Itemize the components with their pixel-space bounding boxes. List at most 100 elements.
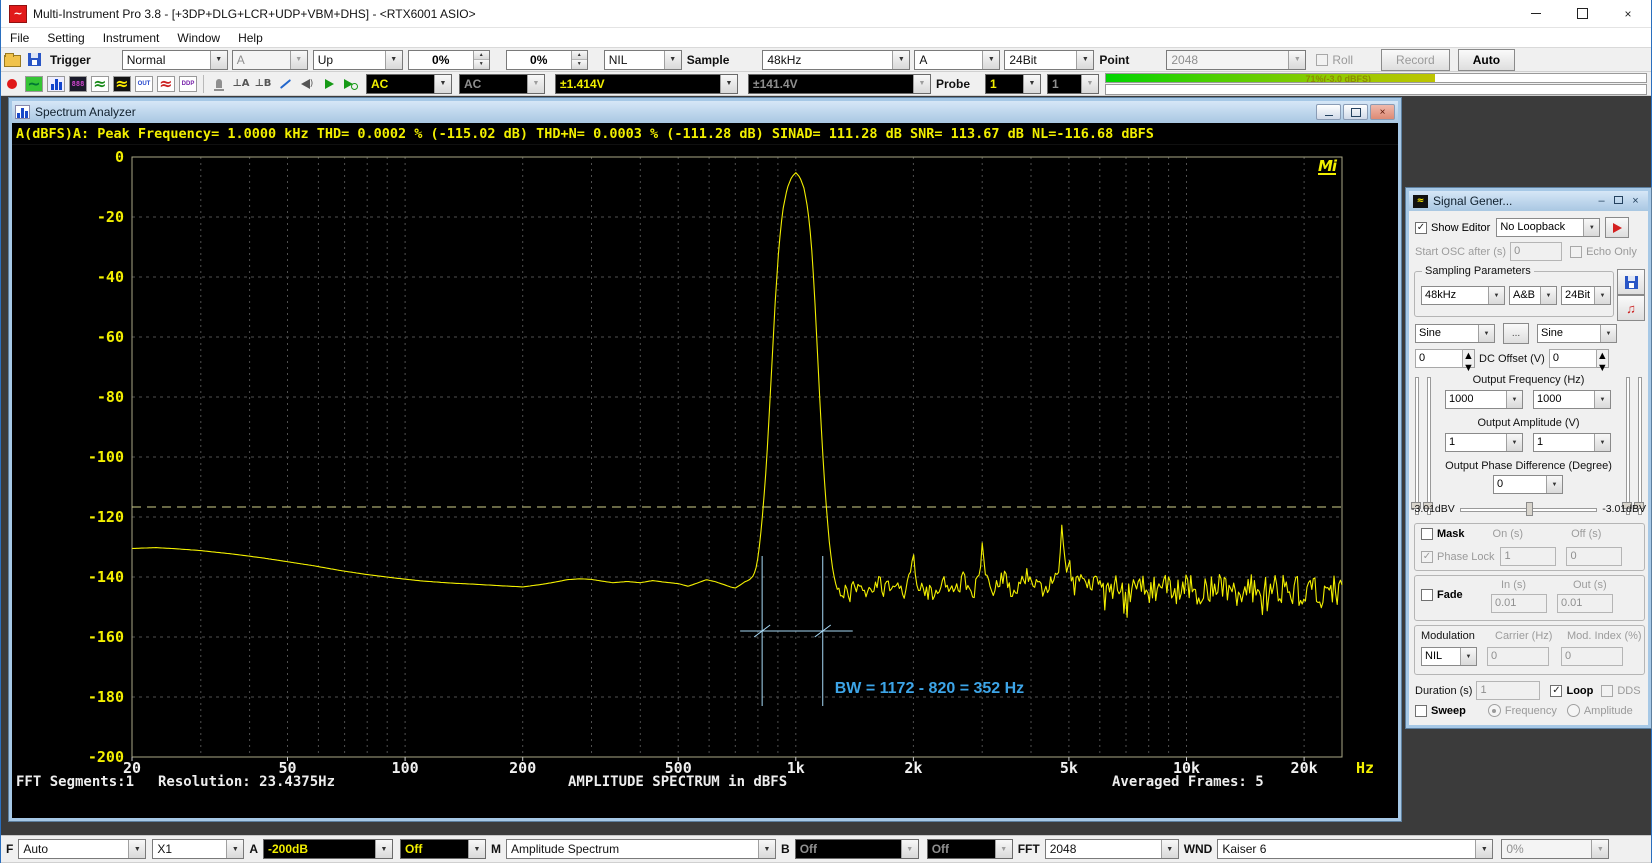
chevron-down-icon[interactable]: ▼ xyxy=(226,840,243,858)
sample-rate-select[interactable]: 48kHz▼ xyxy=(762,50,910,70)
amplitude-slider-b2[interactable] xyxy=(1634,377,1644,515)
trigger-mode-select[interactable]: Normal▼ xyxy=(122,50,228,70)
chevron-down-icon[interactable]: ▼ xyxy=(720,75,737,93)
oscilloscope-icon[interactable]: ~ xyxy=(24,75,44,93)
fft-size-select[interactable]: 2048▼ xyxy=(1045,839,1179,859)
chevron-down-icon[interactable]: ▼ xyxy=(664,51,681,69)
play-loop-icon[interactable] xyxy=(341,75,361,93)
siggen-titlebar[interactable]: ≈ Signal Gener... – × xyxy=(1409,191,1648,211)
dc-b-spinner[interactable]: ▲▼ xyxy=(1597,349,1609,368)
spectrum-titlebar[interactable]: Spectrum Analyzer × xyxy=(12,101,1398,123)
window-function-select[interactable]: Kaiser 6▼ xyxy=(1217,839,1493,859)
spectrum-chart[interactable]: 0-20-40-60-80-100-120-140-160-180-200205… xyxy=(12,145,1398,818)
chevron-down-icon[interactable]: ▼ xyxy=(434,75,451,93)
maximize-button[interactable] xyxy=(1610,195,1627,207)
amplitude-slider-b1[interactable] xyxy=(1622,377,1632,515)
chevron-down-icon[interactable]: ▼ xyxy=(1583,219,1599,236)
waveform-browse-button[interactable]: ... xyxy=(1503,323,1529,344)
sample-bits-select[interactable]: 24Bit▼ xyxy=(1004,50,1094,70)
close-button[interactable]: × xyxy=(1605,0,1651,27)
ddp-viewer-icon[interactable]: DDP xyxy=(178,75,198,93)
play-icon[interactable] xyxy=(319,75,339,93)
data-logger-icon[interactable]: ≈ xyxy=(90,75,110,93)
trigger-edge-select[interactable]: Up▼ xyxy=(313,50,403,70)
chevron-down-icon[interactable]: ▼ xyxy=(1076,51,1093,69)
menu-window[interactable]: Window xyxy=(168,31,229,45)
siggen-rate-select[interactable]: 48kHz▼ xyxy=(1421,286,1505,305)
mask-checkbox[interactable] xyxy=(1421,528,1433,540)
minimize-button[interactable] xyxy=(1513,0,1559,27)
hpf-select[interactable]: NIL▼ xyxy=(604,50,682,70)
amplitude-slider-a1[interactable] xyxy=(1411,377,1421,515)
chevron-down-icon[interactable]: ▼ xyxy=(1475,840,1492,858)
menu-file[interactable]: File xyxy=(1,31,38,45)
amplitude-a-select[interactable]: 1▼ xyxy=(1445,433,1523,452)
chevron-down-icon[interactable]: ▼ xyxy=(210,51,227,69)
amplitude-b-select[interactable]: 1▼ xyxy=(1533,433,1611,452)
spectrum-analyzer-icon[interactable] xyxy=(46,75,66,93)
chevron-down-icon[interactable]: ▼ xyxy=(982,51,999,69)
chevron-down-icon[interactable]: ▼ xyxy=(1546,476,1562,493)
show-editor-checkbox[interactable]: ✓ xyxy=(1415,222,1427,234)
dc-offset-b-input[interactable]: 0 xyxy=(1549,349,1597,368)
loop-checkbox[interactable]: ✓ xyxy=(1550,685,1562,697)
chevron-down-icon[interactable]: ▼ xyxy=(1488,287,1504,304)
multimeter-icon[interactable]: 888 xyxy=(68,75,88,93)
coupling-a-select[interactable]: AC▼ xyxy=(366,74,452,94)
speaker-icon[interactable]: ) xyxy=(297,75,317,93)
close-button[interactable]: × xyxy=(1370,104,1395,120)
maximize-button[interactable] xyxy=(1559,0,1605,27)
waveform-b-select[interactable]: Sine▼ xyxy=(1537,324,1617,343)
probe-a-select[interactable]: 1▼ xyxy=(985,74,1041,94)
derived-data-icon[interactable]: OUT xyxy=(134,75,154,93)
frequency-a-select[interactable]: 1000▼ xyxy=(1445,390,1523,409)
chevron-down-icon[interactable]: ▼ xyxy=(1506,391,1522,408)
chevron-down-icon[interactable]: ▼ xyxy=(385,51,402,69)
save-icon[interactable] xyxy=(24,51,44,69)
microphone-icon[interactable] xyxy=(209,75,229,93)
trigger-delay-spinner[interactable]: 0%▲▼ xyxy=(506,50,588,70)
range-db-select[interactable]: -200dB▼ xyxy=(263,839,393,859)
amplitude-slider-a2[interactable] xyxy=(1423,377,1433,515)
maximize-button[interactable] xyxy=(1343,104,1368,120)
spin-down-icon[interactable]: ▼ xyxy=(572,60,587,69)
balance-slider[interactable] xyxy=(1460,501,1597,517)
freq-axis-select[interactable]: Auto▼ xyxy=(18,839,146,859)
ground-a-icon[interactable]: ⊥A xyxy=(231,75,251,93)
siggen-save-button[interactable] xyxy=(1617,269,1645,295)
range-a-select[interactable]: ±1.414V▼ xyxy=(555,74,738,94)
modulation-select[interactable]: NIL▼ xyxy=(1421,647,1477,666)
siggen-channels-select[interactable]: A&B▼ xyxy=(1509,286,1557,305)
siggen-bits-select[interactable]: 24Bit▼ xyxy=(1561,286,1611,305)
chevron-down-icon[interactable]: ▼ xyxy=(758,840,775,858)
frequency-b-select[interactable]: 1000▼ xyxy=(1533,390,1611,409)
ground-b-icon[interactable]: ⊥B xyxy=(253,75,273,93)
chevron-down-icon[interactable]: ▼ xyxy=(1594,391,1610,408)
fade-checkbox[interactable] xyxy=(1421,589,1433,601)
spin-down-icon[interactable]: ▼ xyxy=(474,60,489,69)
chevron-down-icon[interactable]: ▼ xyxy=(1594,434,1610,451)
chevron-down-icon[interactable]: ▼ xyxy=(1460,648,1476,665)
signal-generator-icon[interactable]: ≈ xyxy=(112,75,132,93)
music-note-button[interactable]: ♫ xyxy=(1617,295,1645,321)
menu-help[interactable]: Help xyxy=(229,31,272,45)
loopback-select[interactable]: No Loopback▼ xyxy=(1496,218,1600,237)
open-file-icon[interactable] xyxy=(2,51,22,69)
spin-up-icon[interactable]: ▲ xyxy=(474,51,489,61)
dc-a-spinner[interactable]: ▲▼ xyxy=(1463,349,1475,368)
sample-channel-select[interactable]: A▼ xyxy=(914,50,1000,70)
chevron-down-icon[interactable]: ▼ xyxy=(1540,287,1556,304)
spin-up-icon[interactable]: ▲ xyxy=(572,51,587,61)
chevron-down-icon[interactable]: ▼ xyxy=(892,51,909,69)
multi-wave-icon[interactable]: ≈ xyxy=(156,75,176,93)
chevron-down-icon[interactable]: ▼ xyxy=(1600,325,1616,342)
trigger-level-spinner[interactable]: 0%▲▼ xyxy=(408,50,490,70)
auto-button[interactable]: Auto xyxy=(1458,49,1515,71)
waveform-a-select[interactable]: Sine▼ xyxy=(1415,324,1495,343)
chevron-down-icon[interactable]: ▼ xyxy=(468,840,485,858)
display-mode-select[interactable]: Amplitude Spectrum▼ xyxy=(506,839,776,859)
menu-setting[interactable]: Setting xyxy=(38,31,93,45)
probe-calibration-icon[interactable] xyxy=(275,75,295,93)
chevron-down-icon[interactable]: ▼ xyxy=(375,840,392,858)
chevron-down-icon[interactable]: ▼ xyxy=(1594,287,1610,304)
